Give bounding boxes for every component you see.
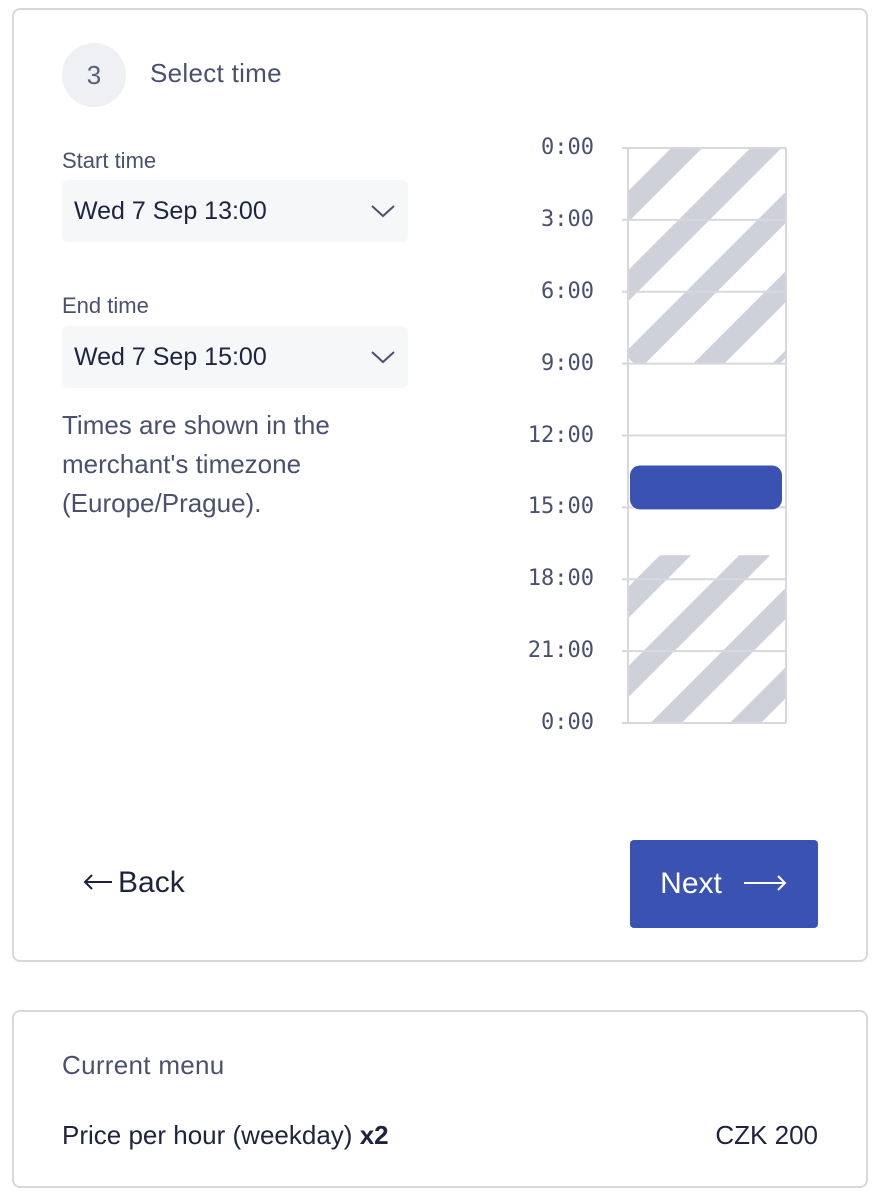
timeline-tick-label: 12:00 xyxy=(527,422,594,448)
chevron-down-icon xyxy=(371,205,395,218)
current-menu-title: Current menu xyxy=(62,1050,225,1080)
arrow-left-icon xyxy=(82,866,114,900)
timeline-tick-label: 15:00 xyxy=(527,494,594,520)
timezone-note: Times are shown in the merchant's timezo… xyxy=(62,410,330,518)
back-button-label: Back xyxy=(118,866,185,899)
start-time-value: Wed 7 Sep 13:00 xyxy=(74,197,267,225)
step-title: Select time xyxy=(150,58,282,88)
next-button-label: Next xyxy=(660,867,722,900)
end-time-value: Wed 7 Sep 15:00 xyxy=(74,343,267,371)
selected-time-block[interactable] xyxy=(630,465,782,510)
timeline-tick-label: 18:00 xyxy=(527,566,594,592)
start-time-label: Start time xyxy=(62,148,157,173)
start-time-select[interactable]: Wed 7 Sep 13:00 xyxy=(62,180,408,242)
menu-item-name: Price per hour (weekday) xyxy=(62,1120,353,1150)
end-time-label: End time xyxy=(62,293,149,318)
next-button[interactable]: Next xyxy=(630,840,818,928)
back-button[interactable]: Back xyxy=(82,866,185,900)
unavailable-range xyxy=(628,148,786,364)
menu-item-quantity: x2 xyxy=(359,1120,389,1150)
timeline-tick-label: 0:00 xyxy=(541,710,594,735)
current-menu-card xyxy=(12,1010,868,1188)
timeline-tick-label: 21:00 xyxy=(527,638,594,664)
timeline-tick-label: 3:00 xyxy=(541,206,594,232)
menu-item-label: Price per hour (weekday) x2 xyxy=(62,1120,389,1151)
menu-item-price: CZK 200 xyxy=(715,1120,818,1150)
end-time-select[interactable]: Wed 7 Sep 15:00 xyxy=(62,326,408,388)
timeline-tick-label: 9:00 xyxy=(541,350,594,376)
day-timeline[interactable] xyxy=(600,140,800,730)
timeline-tick-label: 6:00 xyxy=(541,278,594,304)
chevron-down-icon xyxy=(371,351,395,364)
step-number-badge: 3 xyxy=(62,43,126,107)
timeline-tick-label: 0:00 xyxy=(541,135,594,160)
unavailable-range xyxy=(628,555,786,723)
arrow-right-icon xyxy=(742,867,788,901)
